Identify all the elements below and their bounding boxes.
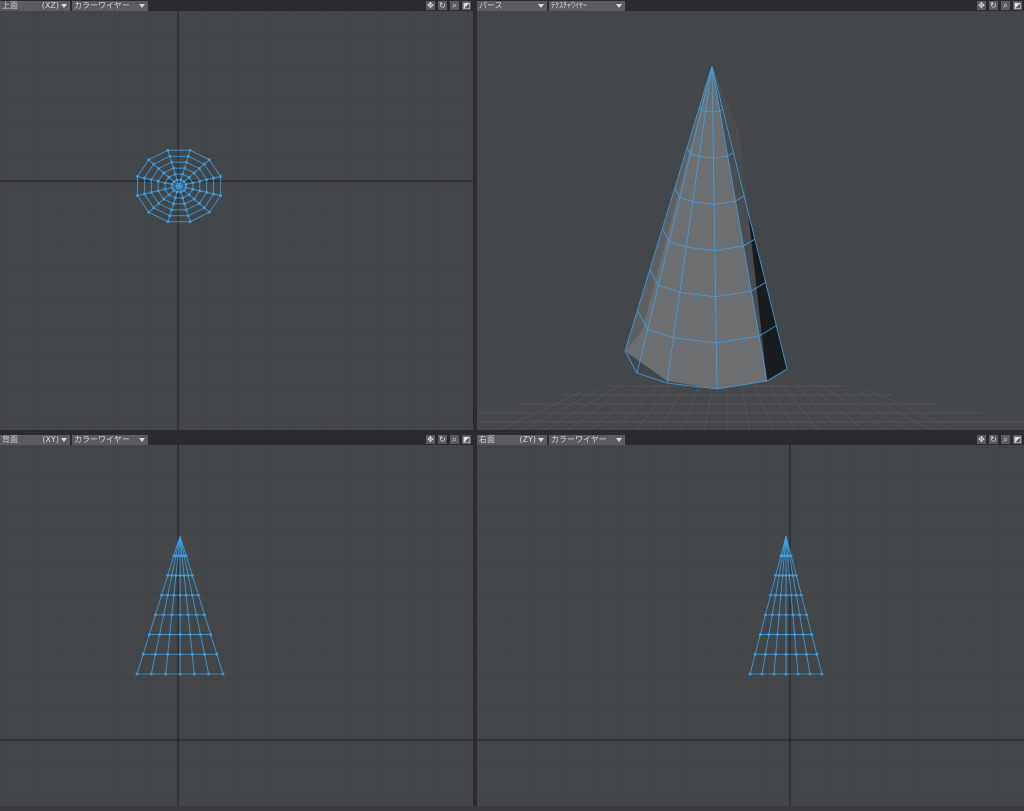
view-type-dropdown[interactable]: 上面 (XZ) <box>0 0 70 11</box>
render-mode-label: カラーワイヤー <box>74 434 130 444</box>
zoom-icon[interactable]: ⌕ <box>450 1 459 10</box>
render-mode-label: カラーワイヤー <box>74 0 130 10</box>
zoom-icon[interactable]: ⌕ <box>450 435 459 444</box>
move-icon[interactable]: ✥ <box>426 435 435 444</box>
viewport-top[interactable]: 上面 (XZ) カラーワイヤー ✥ ↻ ⌕ ◩ <box>0 0 473 430</box>
rotate-icon[interactable]: ↻ <box>438 435 447 444</box>
viewport-header: 上面 (XZ) カラーワイヤー ✥ ↻ ⌕ ◩ <box>0 0 473 11</box>
view-type-dropdown[interactable]: パース <box>477 0 547 11</box>
render-mode-dropdown[interactable]: カラーワイヤー <box>72 434 148 445</box>
viewport-right[interactable]: 右面 (ZY) カラーワイヤー ✥ ↻ ⌕ ◩ <box>477 434 1024 806</box>
view-type-label: パース <box>479 0 503 10</box>
view-type-dropdown[interactable]: 背面 (XY) <box>0 434 70 445</box>
rotate-icon[interactable]: ↻ <box>989 435 998 444</box>
move-icon[interactable]: ✥ <box>977 1 986 10</box>
maximize-icon[interactable]: ◩ <box>462 1 471 10</box>
move-icon[interactable]: ✥ <box>977 435 986 444</box>
view-type-dropdown[interactable]: 右面 (ZY) <box>477 434 547 445</box>
render-mode-dropdown[interactable]: カラーワイヤー <box>549 434 625 445</box>
maximize-icon[interactable]: ◩ <box>1013 1 1022 10</box>
maximize-icon[interactable]: ◩ <box>1013 435 1022 444</box>
render-mode-dropdown[interactable]: ﾃｸｽﾁｬﾜｲﾔｰ <box>549 0 625 11</box>
zoom-icon[interactable]: ⌕ <box>1001 435 1010 444</box>
render-mode-label: ﾃｸｽﾁｬﾜｲﾔｰ <box>551 0 587 10</box>
viewport-back[interactable]: 背面 (XY) カラーワイヤー ✥ ↻ ⌕ ◩ <box>0 434 473 806</box>
viewport-canvas[interactable] <box>477 11 1024 430</box>
render-mode-dropdown[interactable]: カラーワイヤー <box>72 0 148 11</box>
view-type-label: 右面 <box>479 434 495 444</box>
axis-label: (ZY) <box>519 434 536 444</box>
viewport-header: 右面 (ZY) カラーワイヤー ✥ ↻ ⌕ ◩ <box>477 434 1024 445</box>
maximize-icon[interactable]: ◩ <box>462 435 471 444</box>
viewport-perspective[interactable]: パース ﾃｸｽﾁｬﾜｲﾔｰ ✥ ↻ ⌕ ◩ <box>477 0 1024 430</box>
rotate-icon[interactable]: ↻ <box>438 1 447 10</box>
cone-shaded <box>625 66 787 389</box>
move-icon[interactable]: ✥ <box>426 1 435 10</box>
view-type-label: 背面 <box>2 434 18 444</box>
rotate-icon[interactable]: ↻ <box>989 1 998 10</box>
ground-grid <box>477 384 1024 430</box>
status-bar <box>0 806 1024 811</box>
zoom-icon[interactable]: ⌕ <box>1001 1 1010 10</box>
viewport-canvas[interactable] <box>0 445 473 806</box>
viewport-canvas[interactable] <box>477 445 1024 806</box>
viewport-header: 背面 (XY) カラーワイヤー ✥ ↻ ⌕ ◩ <box>0 434 473 445</box>
axis-label: (XY) <box>42 434 59 444</box>
view-type-label: 上面 <box>2 0 18 10</box>
viewport-canvas[interactable] <box>0 11 473 430</box>
axis-label: (XZ) <box>41 0 59 10</box>
viewport-header: パース ﾃｸｽﾁｬﾜｲﾔｰ ✥ ↻ ⌕ ◩ <box>477 0 1024 11</box>
render-mode-label: カラーワイヤー <box>551 434 607 444</box>
